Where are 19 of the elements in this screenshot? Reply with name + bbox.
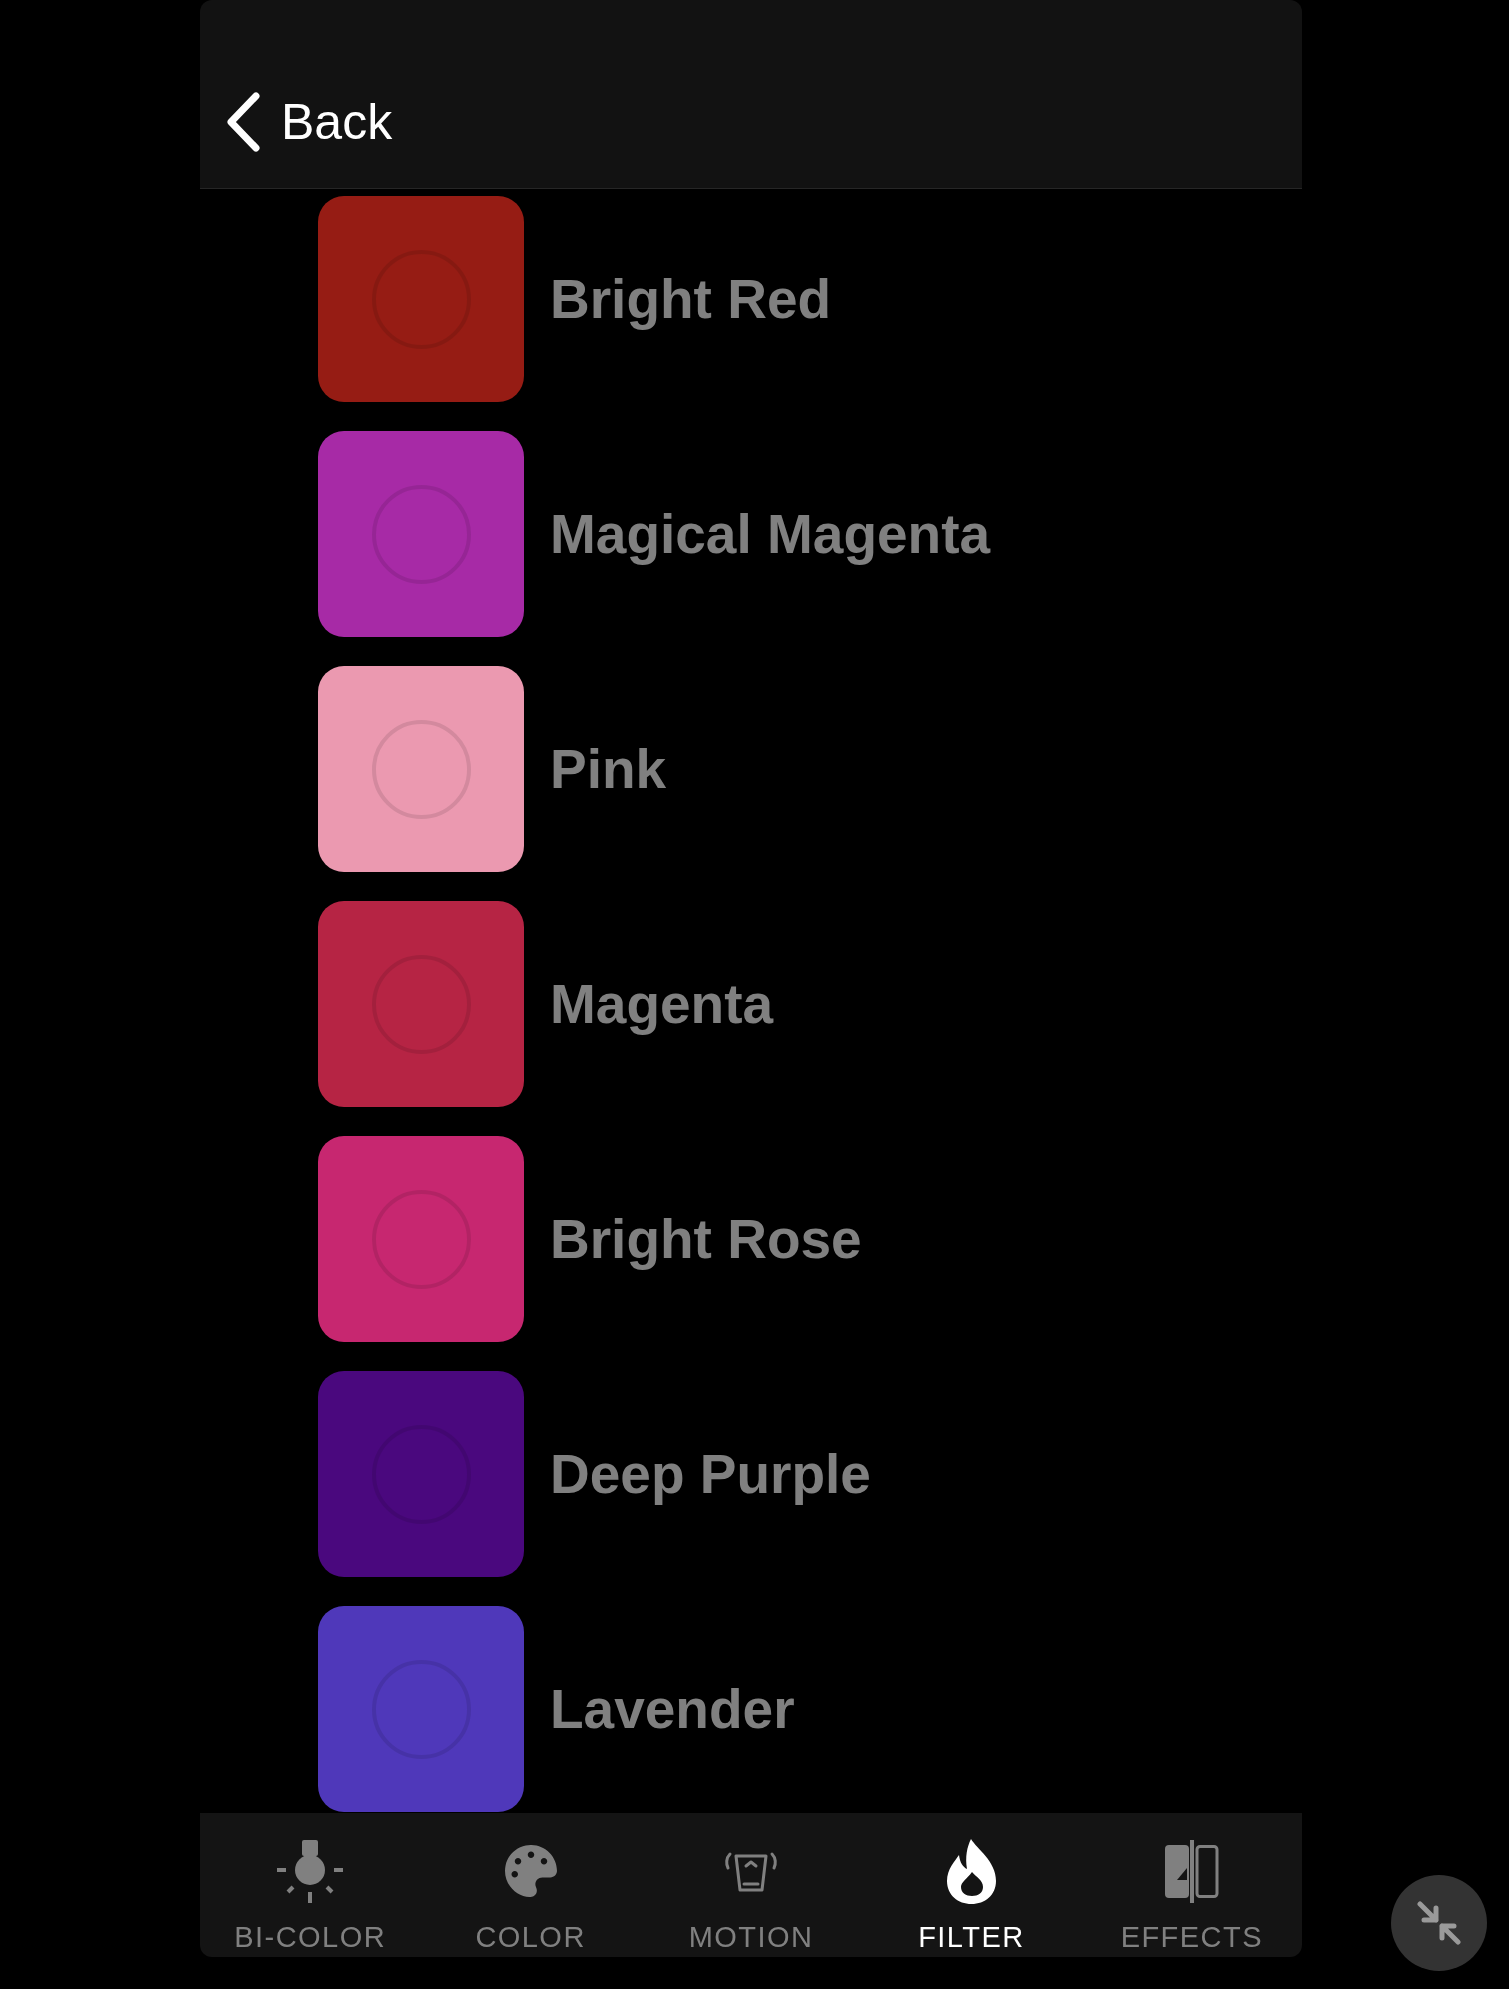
color-option[interactable]: Magenta [318,901,774,1107]
color-option[interactable]: Lavender [318,1606,795,1812]
flame-icon [946,1838,996,1904]
tab[interactable]: BI-COLOR [200,1813,421,1957]
tab[interactable]: FILTER [861,1813,1082,1957]
chevron-left-icon [225,92,261,152]
back-button[interactable]: Back [225,92,393,152]
color-option[interactable]: Deep Purple [318,1371,871,1577]
tab[interactable]: COLOR [420,1813,641,1957]
minimize-icon [1417,1901,1461,1945]
lamp-icon [277,1839,344,1903]
split-panel-icon [1164,1839,1219,1903]
tab[interactable]: EFFECTS [1081,1813,1302,1957]
tab[interactable]: MOTION [640,1813,862,1957]
color-option[interactable]: Bright Rose [318,1136,862,1342]
color-option[interactable]: Magical Magenta [318,431,991,637]
color-option[interactable]: Bright Red [318,196,832,402]
palette-icon [503,1845,558,1897]
color-option[interactable]: Pink [318,666,667,872]
